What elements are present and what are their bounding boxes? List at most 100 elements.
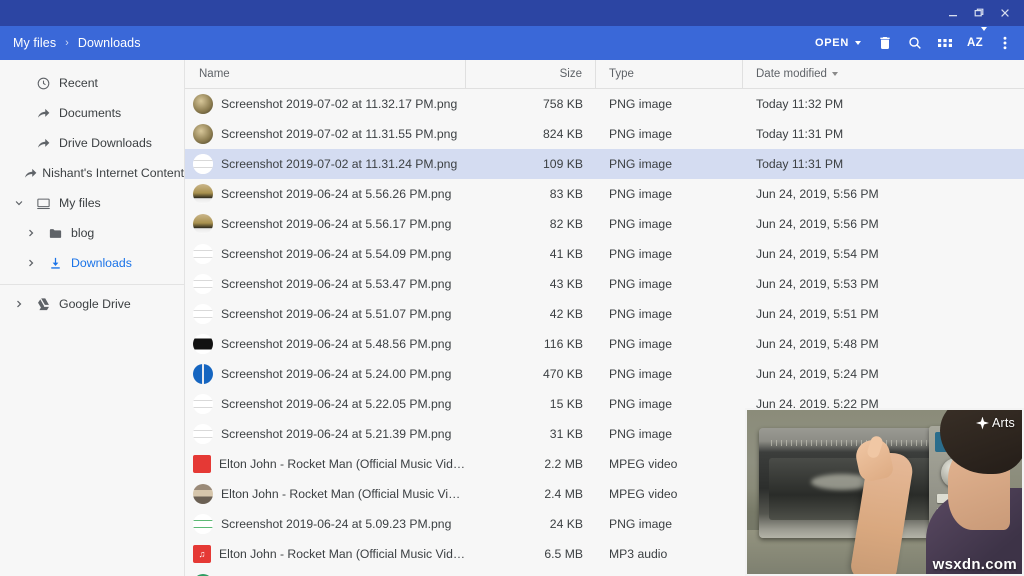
file-date-cell-label: Jun 24, 2019, 5:24 PM — [756, 367, 879, 381]
search-icon[interactable] — [900, 26, 930, 60]
download-icon — [42, 256, 68, 271]
file-type-cell: PNG image — [596, 209, 743, 239]
file-size-cell-label: 2.4 MB — [544, 487, 583, 501]
sidebar-item-recent[interactable]: Recent — [0, 68, 184, 98]
file-type-cell-label: PNG image — [609, 337, 672, 351]
chevron-down-icon[interactable] — [8, 198, 30, 208]
sort-az-icon[interactable]: AZ — [960, 26, 990, 60]
column-header-date-label: Date modified — [756, 68, 827, 80]
chevron-right-icon[interactable] — [8, 299, 30, 309]
file-date-cell-label: Jun 24, 2019, 5:56 PM — [756, 187, 879, 201]
file-type-cell: MPEG video — [596, 449, 743, 479]
clock-icon — [30, 76, 56, 91]
table-row[interactable]: Screenshot 2019-07-02 at 11.31.24 PM.png… — [185, 149, 1024, 179]
window-title-bar — [0, 0, 1024, 26]
file-size-cell: 758 KB — [466, 89, 596, 119]
file-size-cell-label: 2.2 MB — [544, 457, 583, 471]
file-date-cell: Jun 24, 2019, 5:56 PM — [743, 179, 1024, 209]
file-name-label: Elton John - Rocket Man (Official Music … — [221, 487, 466, 501]
more-options-icon[interactable] — [990, 26, 1020, 60]
close-button[interactable] — [992, 0, 1018, 26]
breadcrumb-item-downloads[interactable]: Downloads — [77, 34, 142, 52]
sidebar-item-blog[interactable]: blog — [0, 218, 184, 248]
file-type-cell-label: MPEG video — [609, 487, 677, 501]
sidebar-item-downloads[interactable]: Downloads — [0, 248, 184, 278]
sidebar-item-google-drive[interactable]: Google Drive — [0, 289, 184, 319]
file-name-label: Screenshot 2019-07-02 at 11.31.24 PM.png — [221, 157, 457, 171]
file-type-cell-label: PNG image — [609, 277, 672, 291]
open-button[interactable]: OPEN — [806, 26, 870, 60]
sidebar-item-nishant-s-internet-content[interactable]: Nishant's Internet Content — [0, 158, 184, 188]
file-name-label: Screenshot 2019-06-24 at 5.51.07 PM.png — [221, 307, 451, 321]
file-size-cell-label: 758 KB — [543, 97, 583, 111]
file-size-cell — [466, 569, 596, 576]
delete-icon[interactable] — [870, 26, 900, 60]
file-list-panel: Name Size Type Date modified Screenshot … — [185, 60, 1024, 576]
sidebar-item-label: blog — [68, 226, 94, 240]
image-thumbnail — [193, 424, 213, 444]
table-row[interactable]: Screenshot 2019-06-24 at 5.48.56 PM.png1… — [185, 329, 1024, 359]
table-row[interactable]: Screenshot 2019-07-02 at 11.32.17 PM.png… — [185, 89, 1024, 119]
file-name-cell: Screenshot 2019-06-24 at 5.56.26 PM.png — [185, 179, 466, 209]
chevron-right-icon[interactable] — [20, 258, 42, 268]
column-header-size[interactable]: Size — [466, 60, 596, 89]
file-date-cell-label: Today 11:31 PM — [756, 127, 843, 141]
file-type-cell — [596, 569, 743, 576]
restore-button[interactable] — [966, 0, 992, 26]
table-row[interactable]: Screenshot 2019-06-24 at 5.54.09 PM.png4… — [185, 239, 1024, 269]
table-row[interactable]: Screenshot 2019-06-24 at 5.51.07 PM.png4… — [185, 299, 1024, 329]
table-row[interactable]: Screenshot 2019-07-02 at 11.31.55 PM.png… — [185, 119, 1024, 149]
file-name-cell: Screenshot 2019-06-24 at 5.48.56 PM.png — [185, 329, 466, 359]
minimize-button[interactable] — [940, 0, 966, 26]
file-type-cell: PNG image — [596, 239, 743, 269]
sidebar-item-label: Recent — [56, 76, 98, 90]
file-size-cell: 83 KB — [466, 179, 596, 209]
sidebar-item-label: Downloads — [68, 256, 132, 270]
sidebar-item-documents[interactable]: Documents — [0, 98, 184, 128]
table-row[interactable]: Screenshot 2019-06-24 at 5.56.26 PM.png8… — [185, 179, 1024, 209]
column-header-type-label: Type — [609, 68, 634, 80]
file-size-cell: 15 KB — [466, 389, 596, 419]
column-header-type[interactable]: Type — [596, 60, 743, 89]
file-date-cell: Jun 24, 2019, 5:56 PM — [743, 209, 1024, 239]
file-type-cell: MP3 audio — [596, 539, 743, 569]
file-name-label: Screenshot 2019-06-24 at 5.56.17 PM.png — [221, 217, 451, 231]
file-type-cell: PNG image — [596, 389, 743, 419]
image-thumbnail — [193, 94, 213, 114]
folder-icon — [42, 226, 68, 241]
file-name-cell: Screenshot 2019-06-24 at 5.21.39 PM.png — [185, 419, 466, 449]
table-row[interactable]: Screenshot 2019-06-24 at 5.24.00 PM.png4… — [185, 359, 1024, 389]
file-type-cell-label: PNG image — [609, 217, 672, 231]
column-header-date-modified[interactable]: Date modified — [743, 60, 1024, 89]
sidebar-item-my-files[interactable]: My files — [0, 188, 184, 218]
file-size-cell: 43 KB — [466, 269, 596, 299]
file-size-cell: 824 KB — [466, 119, 596, 149]
chevron-right-icon[interactable] — [20, 228, 42, 238]
table-row[interactable]: Screenshot 2019-06-24 at 5.53.47 PM.png4… — [185, 269, 1024, 299]
toolbar-actions: OPEN AZ — [806, 26, 1020, 60]
file-size-cell-label: 109 KB — [543, 157, 583, 171]
sidebar-item-label: Nishant's Internet Content — [39, 166, 184, 180]
file-name-label: Screenshot 2019-06-24 at 5.48.56 PM.png — [221, 337, 451, 351]
table-row[interactable]: Screenshot 2019-06-24 at 5.56.17 PM.png8… — [185, 209, 1024, 239]
video-overlay[interactable]: 450 Arts wsxdn.com — [745, 408, 1024, 576]
file-date-cell: Today 11:32 PM — [743, 89, 1024, 119]
breadcrumb-item-my-files[interactable]: My files — [12, 34, 57, 52]
file-size-cell: 41 KB — [466, 239, 596, 269]
file-size-cell-label: 824 KB — [543, 127, 583, 141]
file-type-cell-label: PNG image — [609, 307, 672, 321]
file-name-cell: Screenshot 2019-06-24 at 5.22.05 PM.png — [185, 389, 466, 419]
file-size-cell-label: 470 KB — [543, 367, 583, 381]
computer-icon — [30, 196, 56, 211]
column-header-name[interactable]: Name — [185, 60, 466, 89]
file-name-cell: Screenshot 2019-06-24 at 5.09.23 PM.png — [185, 509, 466, 539]
video-file-icon — [193, 455, 211, 473]
file-name-label: Screenshot 2019-07-02 at 11.32.17 PM.png — [221, 97, 457, 111]
file-name-cell: Screenshot 2019-07-02 at 11.31.24 PM.png — [185, 149, 466, 179]
sidebar-item-drive-downloads[interactable]: Drive Downloads — [0, 128, 184, 158]
file-date-cell-label: Today 11:32 PM — [756, 97, 843, 111]
file-type-cell: PNG image — [596, 179, 743, 209]
audio-file-icon: ♫ — [193, 545, 211, 563]
sidebar-item-label: Google Drive — [56, 297, 131, 311]
grid-view-icon[interactable] — [930, 26, 960, 60]
